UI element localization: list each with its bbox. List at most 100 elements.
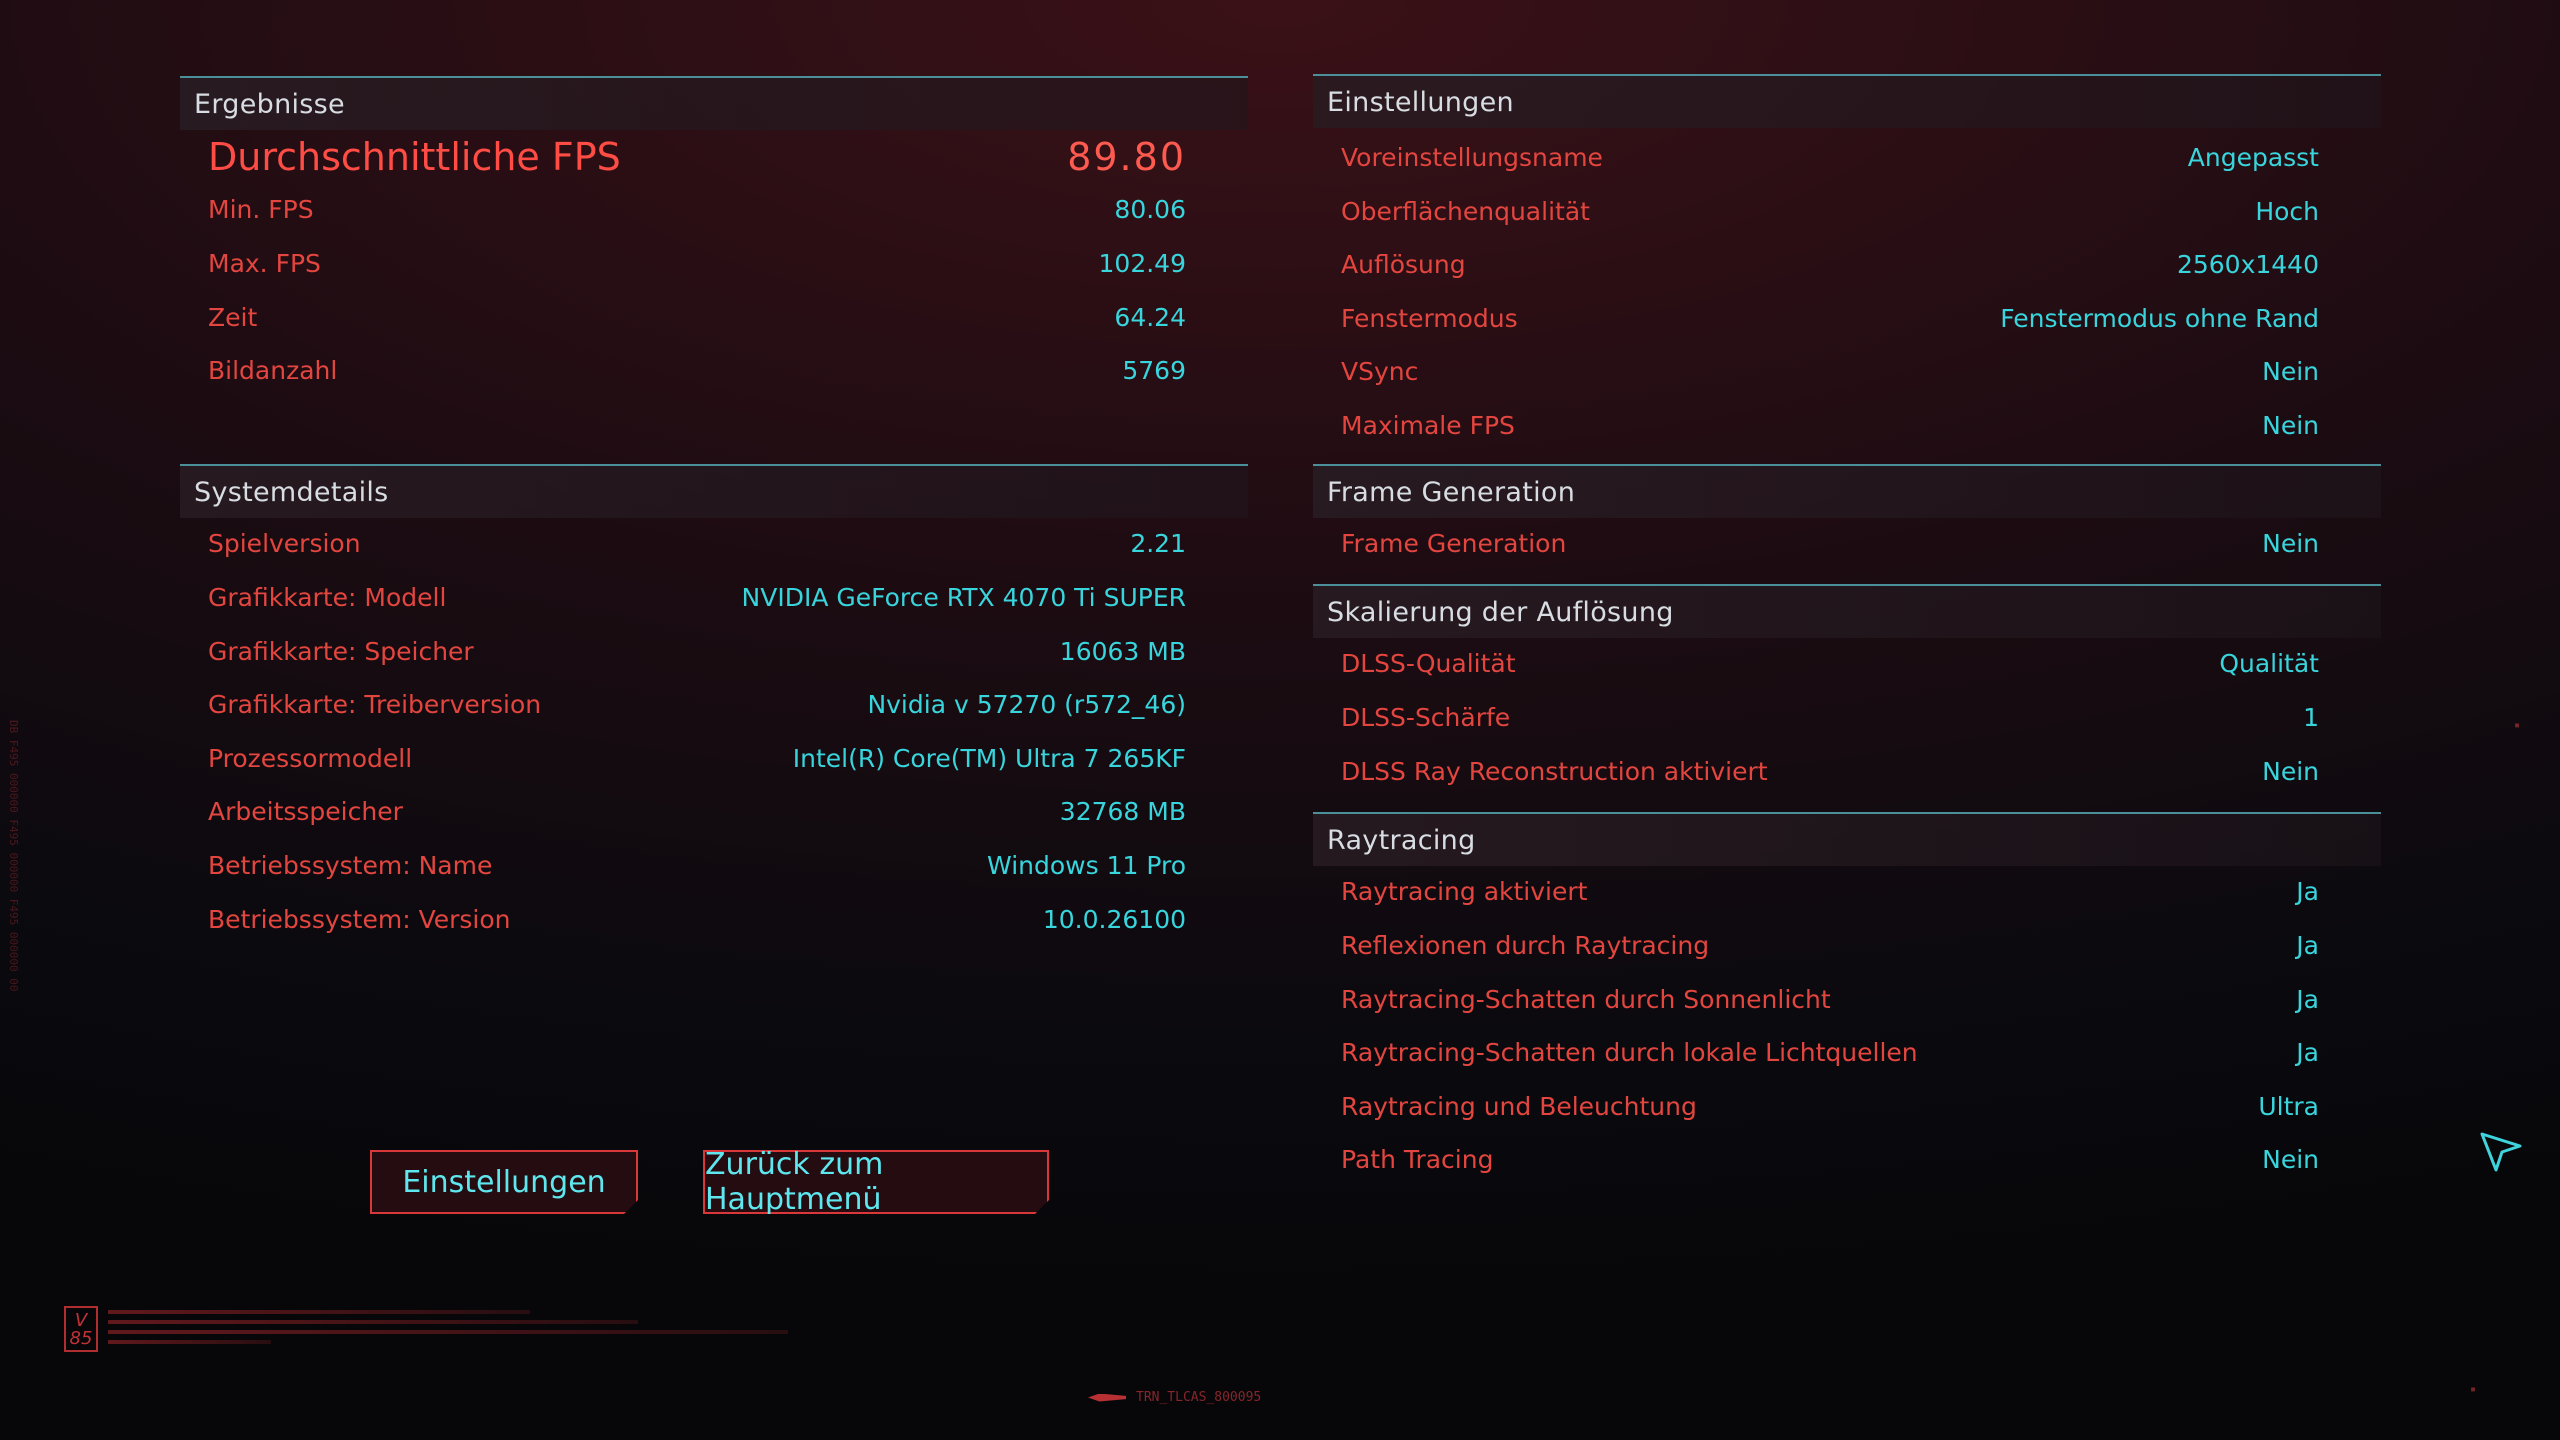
- path-tracing-row: Path Tracing Nein: [1313, 1132, 2381, 1186]
- ram-row: Arbeitsspeicher 32768 MB: [180, 784, 1248, 838]
- cpu-model-row: Prozessormodell Intel(R) Core(TM) Ultra …: [180, 731, 1248, 785]
- corner-mark-right: ▪: [2514, 720, 2521, 731]
- system-header: Systemdetails: [180, 464, 1248, 518]
- row-label: VSync: [1341, 356, 1419, 386]
- os-name-row: Betriebssystem: Name Windows 11 Pro: [180, 838, 1248, 892]
- footer-code: TRN_TLCAS_800095: [1088, 1390, 1261, 1405]
- row-value: Nein: [2262, 756, 2319, 786]
- row-value: NVIDIA GeForce RTX 4070 Ti SUPER: [741, 582, 1186, 612]
- row-value: Ja: [2296, 930, 2319, 960]
- row-value: 64.24: [1114, 302, 1186, 332]
- row-value: Nein: [2262, 410, 2319, 440]
- rt-local-shadows-row: Raytracing-Schatten durch lokale Lichtqu…: [1313, 1025, 2381, 1079]
- arrow-icon: [1088, 1393, 1126, 1402]
- frame-gen-header: Frame Generation: [1313, 464, 2381, 518]
- row-value: Nein: [2262, 356, 2319, 386]
- gpu-model-row: Grafikkarte: Modell NVIDIA GeForce RTX 4…: [180, 570, 1248, 624]
- row-label: Path Tracing: [1341, 1144, 1494, 1174]
- fine-print-decor: [108, 1310, 788, 1350]
- row-value: Nvidia v 57270 (r572_46): [867, 689, 1186, 719]
- row-value: 5769: [1122, 355, 1186, 385]
- raytracing-enabled-row: Raytracing aktiviert Ja: [1313, 864, 2381, 918]
- row-label: Voreinstellungsname: [1341, 142, 1603, 172]
- results-panel: Ergebnisse Durchschnittliche FPS 89.80 M…: [180, 76, 1248, 976]
- window-mode-row: Fenstermodus Fenstermodus ohne Rand: [1313, 291, 2381, 345]
- scaling-header: Skalierung der Auflösung: [1313, 584, 2381, 638]
- frame-gen-row: Frame Generation Nein: [1313, 516, 2381, 570]
- settings-header: Einstellungen: [1313, 74, 2381, 128]
- row-label: Durchschnittliche FPS: [208, 135, 621, 179]
- frame-gen-section: Frame Generation Frame Generation Nein: [1313, 464, 2381, 584]
- row-label: Fenstermodus: [1341, 303, 1518, 333]
- row-value: Windows 11 Pro: [987, 850, 1186, 880]
- row-value: Hoch: [2255, 196, 2319, 226]
- row-label: Maximale FPS: [1341, 410, 1515, 440]
- gpu-driver-row: Grafikkarte: Treiberversion Nvidia v 572…: [180, 677, 1248, 731]
- dlss-quality-row: DLSS-Qualität Qualität: [1313, 636, 2381, 690]
- rt-reflections-row: Reflexionen durch Raytracing Ja: [1313, 918, 2381, 972]
- row-label: DLSS-Schärfe: [1341, 702, 1511, 732]
- side-decor-text: DB F495 000000 F495 000000 F495 000000 0…: [7, 720, 20, 992]
- row-label: Zeit: [208, 302, 258, 332]
- row-value: 80.06: [1114, 194, 1186, 224]
- row-value: Nein: [2262, 1144, 2319, 1174]
- results-section: Ergebnisse Durchschnittliche FPS 89.80 M…: [180, 76, 1248, 456]
- row-value: 1: [2303, 702, 2319, 732]
- row-label: Raytracing-Schatten durch lokale Lichtqu…: [1341, 1037, 1918, 1067]
- results-header: Ergebnisse: [180, 76, 1248, 130]
- row-label: Max. FPS: [208, 248, 321, 278]
- row-label: Grafikkarte: Treiberversion: [208, 689, 542, 719]
- footer-code-text: TRN_TLCAS_800095: [1136, 1390, 1262, 1405]
- rt-lighting-row: Raytracing und Beleuchtung Ultra: [1313, 1079, 2381, 1133]
- row-label: Raytracing aktiviert: [1341, 876, 1588, 906]
- max-fps-row: Max. FPS 102.49: [180, 236, 1248, 290]
- row-label: Auflösung: [1341, 249, 1466, 279]
- row-value: 89.80: [1067, 135, 1186, 179]
- row-label: DLSS-Qualität: [1341, 648, 1516, 678]
- row-label: Bildanzahl: [208, 355, 338, 385]
- row-value: Ultra: [2258, 1091, 2319, 1121]
- settings-panel: Einstellungen Voreinstellungsname Angepa…: [1313, 74, 2381, 1194]
- row-label: Raytracing und Beleuchtung: [1341, 1091, 1697, 1121]
- row-value: 102.49: [1098, 248, 1186, 278]
- system-section: Systemdetails Spielversion 2.21 Grafikka…: [180, 464, 1248, 984]
- max-fps-setting-row: Maximale FPS Nein: [1313, 398, 2381, 452]
- gpu-memory-row: Grafikkarte: Speicher 16063 MB: [180, 624, 1248, 678]
- row-label: DLSS Ray Reconstruction aktiviert: [1341, 756, 1768, 786]
- version-logo: V 85: [64, 1306, 98, 1352]
- row-value: 10.0.26100: [1042, 904, 1186, 934]
- row-label: Betriebssystem: Version: [208, 904, 511, 934]
- row-label: Frame Generation: [1341, 528, 1567, 558]
- dlss-sharpness-row: DLSS-Schärfe 1: [1313, 690, 2381, 744]
- row-label: Oberflächenqualität: [1341, 196, 1590, 226]
- scaling-section: Skalierung der Auflösung DLSS-Qualität Q…: [1313, 584, 2381, 810]
- dlss-ray-reconstruction-row: DLSS Ray Reconstruction aktiviert Nein: [1313, 744, 2381, 798]
- row-value: 2560x1440: [2176, 249, 2319, 279]
- corner-mark-bottom: ▪: [2470, 1384, 2477, 1395]
- row-label: Spielversion: [208, 528, 361, 558]
- avg-fps-row: Durchschnittliche FPS 89.80: [180, 130, 1248, 184]
- settings-section: Einstellungen Voreinstellungsname Angepa…: [1313, 74, 2381, 464]
- row-label: Prozessormodell: [208, 743, 413, 773]
- row-value: Ja: [2296, 876, 2319, 906]
- row-value: Ja: [2296, 1037, 2319, 1067]
- preset-row: Voreinstellungsname Angepasst: [1313, 130, 2381, 184]
- raytracing-header: Raytracing: [1313, 812, 2381, 866]
- row-value: Intel(R) Core(TM) Ultra 7 265KF: [792, 743, 1186, 773]
- cursor-arrow-icon: [2480, 1132, 2522, 1172]
- row-label: Betriebssystem: Name: [208, 850, 493, 880]
- resolution-row: Auflösung 2560x1440: [1313, 237, 2381, 291]
- row-value: Angepasst: [2187, 142, 2319, 172]
- row-label: Min. FPS: [208, 194, 314, 224]
- vsync-row: VSync Nein: [1313, 344, 2381, 398]
- row-value: Qualität: [2219, 648, 2319, 678]
- row-value: 2.21: [1130, 528, 1186, 558]
- time-row: Zeit 64.24: [180, 290, 1248, 344]
- os-version-row: Betriebssystem: Version 10.0.26100: [180, 892, 1248, 946]
- row-label: Arbeitsspeicher: [208, 796, 403, 826]
- main-menu-button[interactable]: Zurück zum Hauptmenü: [703, 1150, 1049, 1214]
- game-version-row: Spielversion 2.21: [180, 516, 1248, 570]
- settings-button[interactable]: Einstellungen: [370, 1150, 638, 1214]
- texture-quality-row: Oberflächenqualität Hoch: [1313, 184, 2381, 238]
- row-label: Raytracing-Schatten durch Sonnenlicht: [1341, 984, 1831, 1014]
